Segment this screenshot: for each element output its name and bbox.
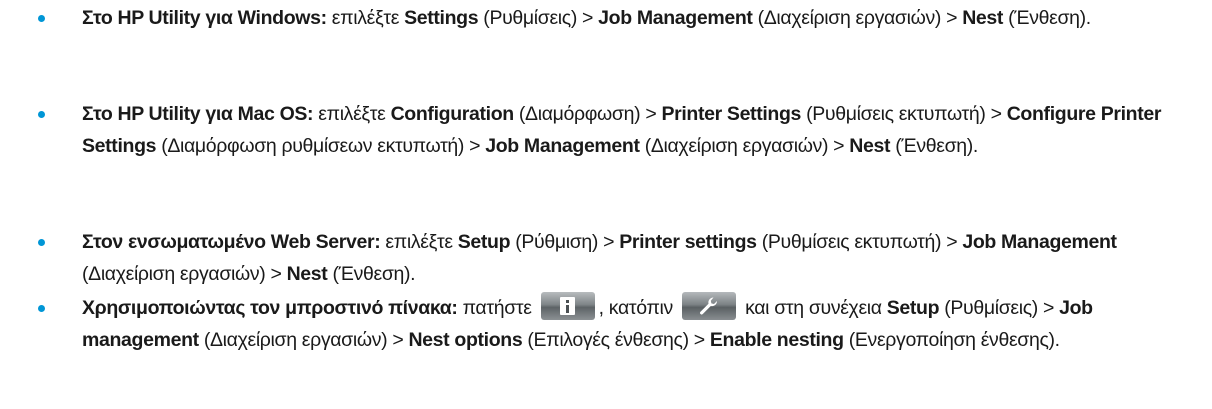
menu-path-printer-settings: Printer Settings [661, 103, 802, 125]
menu-path-nest-options: Nest options [408, 329, 523, 351]
item-text: (Ένθεση). [327, 263, 416, 285]
menu-path-job-management: Job Management [962, 231, 1117, 253]
item-text: (Ρυθμίσεις) > [939, 297, 1060, 319]
menu-path-enable-nesting: Enable nesting [709, 329, 844, 351]
item-text: επιλέξτε [380, 231, 458, 253]
item-lead: Στο HP Utility για Windows: [82, 7, 327, 29]
menu-path-setup: Setup [886, 297, 940, 319]
list-item-hp-utility-windows: Στο HP Utility για Windows: επιλέξτε Set… [38, 2, 1204, 34]
item-text: (Ρυθμίσεις εκτυπωτή) > [756, 231, 963, 253]
item-text: (Διαχείριση εργασιών) > [639, 135, 850, 157]
item-lead: Χρησιμοποιώντας τον μπροστινό πίνακα: [82, 297, 458, 319]
item-text: (Ρυθμίσεις) > [478, 7, 599, 29]
bullet-icon [38, 111, 45, 118]
menu-path-settings: Settings [404, 7, 479, 29]
item-text: επιλέξτε [313, 103, 391, 125]
item-text: (Ενεργοποίηση ένθεσης). [843, 329, 1060, 351]
menu-path-printer-settings: Printer settings [619, 231, 757, 253]
item-text: (Επιλογές ένθεσης) > [522, 329, 710, 351]
menu-path-job-management: Job Management [598, 7, 753, 29]
item-lead: Στο HP Utility για Mac OS: [82, 103, 314, 125]
item-text: και στη συνέχεια [740, 297, 887, 319]
item-text: επιλέξτε [326, 7, 405, 29]
wrench-icon [682, 291, 737, 320]
item-text: (Διαχείριση εργασιών) > [198, 329, 409, 351]
bullet-icon [38, 15, 45, 22]
item-text: , κατόπιν [598, 297, 679, 319]
item-text: (Διαμόρφωση) > [513, 103, 662, 125]
item-text: (Ρύθμιση) > [510, 231, 620, 253]
menu-path-nest: Nest [286, 263, 328, 285]
item-text: (Διαμόρφωση ρυθμίσεων εκτυπωτή) > [156, 135, 486, 157]
list-item-front-panel: Χρησιμοποιώντας τον μπροστινό πίνακα: πα… [38, 291, 1204, 356]
list-item-hp-utility-mac: Στο HP Utility για Mac OS: επιλέξτε Conf… [38, 98, 1204, 162]
item-text: (Ένθεση). [1003, 7, 1091, 29]
item-text: (Ένθεση). [890, 135, 978, 157]
bullet-icon [38, 305, 45, 312]
menu-path-nest: Nest [962, 7, 1004, 29]
info-icon [540, 291, 595, 320]
item-text: (Ρυθμίσεις εκτυπωτή) > [801, 103, 1007, 125]
item-text: (Διαχείριση εργασιών) > [82, 263, 287, 285]
menu-path-job-management: Job Management [485, 135, 640, 157]
item-lead: Στον ενσωματωμένο Web Server: [82, 231, 381, 253]
bullet-icon [38, 239, 45, 246]
item-text: (Διαχείριση εργασιών) > [752, 7, 963, 29]
menu-path-configuration: Configuration [390, 103, 515, 125]
menu-path-setup: Setup [457, 231, 511, 253]
menu-path-nest: Nest [849, 135, 891, 157]
list-item-embedded-web-server: Στον ενσωματωμένο Web Server: επιλέξτε S… [38, 226, 1204, 290]
item-text: πατήστε [457, 297, 537, 319]
